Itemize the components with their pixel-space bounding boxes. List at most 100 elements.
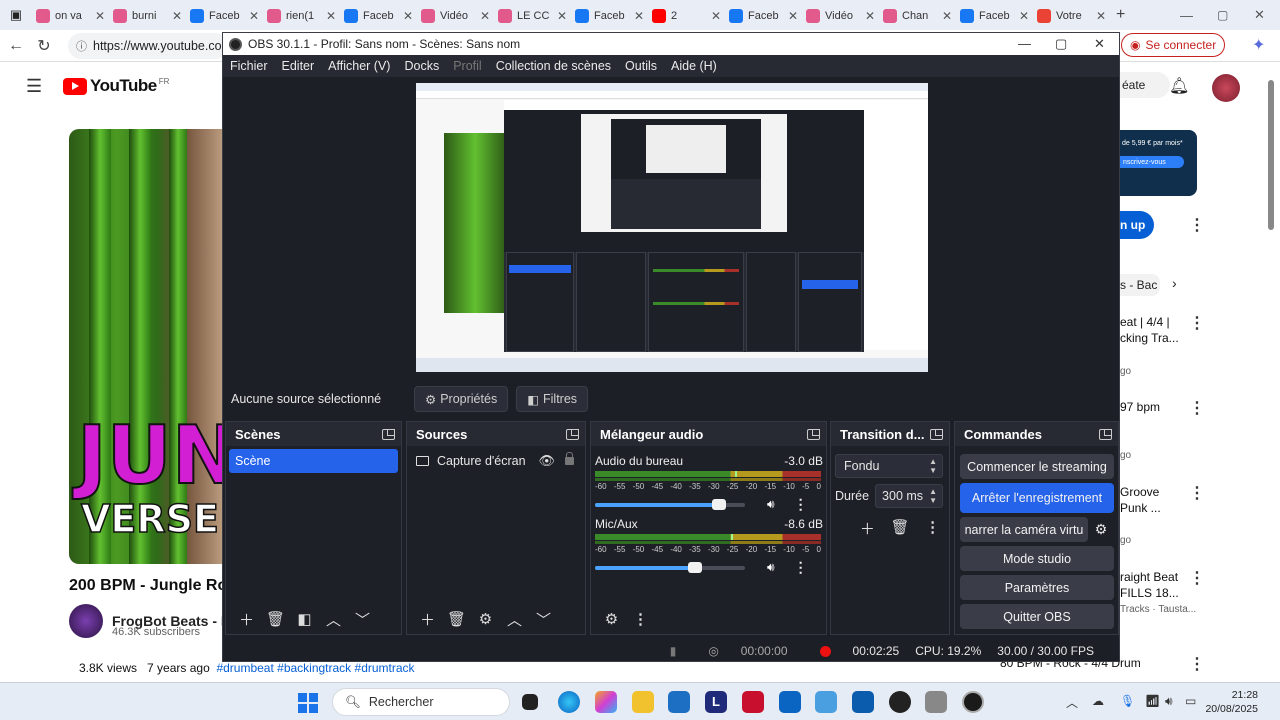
chevron-down-icon[interactable]: ﹀ <box>348 609 377 630</box>
virtual-camera-settings-icon[interactable]: ⚙ <box>1088 521 1114 538</box>
menu-editer[interactable]: Editer <box>275 59 322 73</box>
task-view-icon[interactable] <box>522 694 538 710</box>
tab-close-icon[interactable]: ✕ <box>403 9 413 23</box>
extension-icon[interactable]: ✦ <box>1252 35 1265 55</box>
add-icon[interactable]: ＋ <box>232 609 261 630</box>
browser-tab[interactable]: Chan ✕ <box>879 3 956 29</box>
chevron-up-icon[interactable]: ︿ <box>319 609 348 630</box>
chevron-up-icon[interactable]: ︿ <box>500 609 529 630</box>
maximize-window-icon[interactable]: ▢ <box>1217 8 1228 22</box>
filter-chip[interactable]: s - Bac <box>1120 274 1160 296</box>
store-icon[interactable] <box>668 691 690 713</box>
undock-icon[interactable] <box>566 428 579 440</box>
spin-arrows-icon[interactable]: ▲ ▼ <box>929 487 937 505</box>
mcafee-icon[interactable] <box>742 691 764 713</box>
file-explorer-icon[interactable] <box>632 691 654 713</box>
volume-slider[interactable] <box>595 498 745 510</box>
transition-select[interactable]: Fondu ▲ ▼ <box>835 454 943 478</box>
rec-title[interactable]: 97 bpm <box>1120 400 1160 414</box>
undock-icon[interactable] <box>382 428 395 440</box>
tab-close-icon[interactable]: ✕ <box>1019 9 1029 23</box>
rec-title[interactable]: Groove <box>1120 485 1159 499</box>
tab-close-icon[interactable]: ✕ <box>95 9 105 23</box>
outlook-icon[interactable] <box>779 691 801 713</box>
volume-icon[interactable]: 🔊︎ <box>1165 694 1173 709</box>
add-icon[interactable]: ＋ <box>413 609 442 630</box>
kebab-menu-icon[interactable]: ⋮ <box>916 518 949 539</box>
duration-spinbox[interactable]: 300 ms ▲ ▼ <box>875 484 944 508</box>
chevron-down-icon[interactable]: ﹀ <box>529 609 558 630</box>
tab-close-icon[interactable]: ✕ <box>326 9 336 23</box>
movie-icon[interactable] <box>852 691 874 713</box>
create-button[interactable]: éate <box>1120 72 1170 98</box>
menu-docks[interactable]: Docks <box>397 59 446 73</box>
tab-close-icon[interactable]: ✕ <box>249 9 259 23</box>
camera-icon[interactable] <box>925 691 947 713</box>
copilot-icon[interactable] <box>595 691 617 713</box>
menu-aide[interactable]: Aide (H) <box>664 59 724 73</box>
tab-close-icon[interactable]: ✕ <box>788 9 798 23</box>
menu-collection[interactable]: Collection de scènes <box>489 59 618 73</box>
properties-button[interactable]: ⚙ Propriétés <box>414 386 509 412</box>
browser-tab[interactable]: LE CC ✕ <box>494 3 571 29</box>
volume-knob[interactable] <box>687 561 702 573</box>
chevron-right-icon[interactable]: › <box>1172 275 1177 291</box>
scene-item[interactable]: Scène <box>229 449 398 473</box>
taskbar-search[interactable]: 🔍︎ Rechercher <box>332 688 510 716</box>
kebab-menu-icon[interactable]: ⋮ <box>794 496 808 513</box>
media-player-icon[interactable] <box>889 691 911 713</box>
signin-button[interactable]: ◉ Se connecter <box>1121 33 1226 57</box>
tab-close-icon[interactable]: ✕ <box>172 9 182 23</box>
windows-start-icon[interactable] <box>298 693 318 713</box>
tab-close-icon[interactable]: ✕ <box>942 9 952 23</box>
minimize-window-icon[interactable]: — <box>1180 8 1193 23</box>
lock-icon[interactable] <box>565 452 574 465</box>
more-icon[interactable]: ⋮ <box>1189 568 1205 588</box>
obs-minimize-icon[interactable]: — <box>1018 36 1031 51</box>
obs-maximize-icon[interactable]: ▢ <box>1055 36 1067 52</box>
add-icon[interactable]: ＋ <box>851 518 884 539</box>
wifi-icon[interactable]: 📶︎ <box>1145 694 1160 708</box>
site-info-icon[interactable]: ⓘ <box>76 38 87 54</box>
youtube-logo[interactable]: YouTube FR <box>63 76 169 96</box>
filters-button[interactable]: ◧ Filtres <box>516 386 589 412</box>
start-streaming-button[interactable]: Commencer le streaming <box>960 454 1114 479</box>
browser-tab[interactable]: Faceb ✕ <box>340 3 417 29</box>
undock-icon[interactable] <box>807 428 820 440</box>
tab-close-icon[interactable]: ✕ <box>634 9 644 23</box>
browser-tab[interactable]: burni ✕ <box>109 3 186 29</box>
taskbar-clock[interactable]: 21:28 20/08/2025 <box>1205 688 1258 716</box>
browser-tab[interactable]: Vidéo ✕ <box>417 3 494 29</box>
browser-tab[interactable]: Faceb ✕ <box>186 3 263 29</box>
browser-tab[interactable]: rien(1 ✕ <box>263 3 340 29</box>
studio-mode-button[interactable]: Mode studio <box>960 546 1114 571</box>
gear-icon[interactable]: ⚙ <box>471 610 500 628</box>
more-icon[interactable]: ⋮ <box>1189 313 1205 333</box>
more-icon[interactable]: ⋮ <box>1189 215 1205 235</box>
rec-title[interactable]: raight Beat <box>1120 570 1178 584</box>
obs-titlebar[interactable]: OBS 30.1.1 - Profil: Sans nom - Scènes: … <box>223 33 1119 55</box>
promo-cta[interactable]: nscrivez-vous <box>1120 156 1184 168</box>
page-scrollbar[interactable] <box>1268 80 1274 230</box>
battery-icon[interactable]: ▭ <box>1185 694 1196 708</box>
editor-icon[interactable] <box>815 691 837 713</box>
volume-knob[interactable] <box>712 498 727 510</box>
browser-tab[interactable]: Vidéo ✕ <box>802 3 879 29</box>
recursive-preview[interactable] <box>416 83 928 372</box>
reload-icon[interactable]: ↻ <box>30 36 58 56</box>
volume-slider[interactable] <box>595 561 745 573</box>
speaker-icon[interactable]: 🔊︎ <box>767 497 775 512</box>
browser-tab[interactable]: 2 ✕ <box>648 3 725 29</box>
trash-icon[interactable]: 🗑︎ <box>261 610 290 628</box>
tab-close-icon[interactable]: ✕ <box>557 9 567 23</box>
signup-button[interactable]: n up <box>1120 211 1154 239</box>
browser-tab[interactable]: on va ✕ <box>32 3 109 29</box>
undock-icon[interactable] <box>1099 428 1112 440</box>
browser-tab[interactable]: Faceb ✕ <box>571 3 648 29</box>
menu-outils[interactable]: Outils <box>618 59 664 73</box>
tab-close-icon[interactable]: ✕ <box>711 9 721 23</box>
edge-icon[interactable] <box>558 691 580 713</box>
menu-profil[interactable]: Profil <box>446 59 488 73</box>
new-tab-button[interactable]: + <box>1116 6 1125 24</box>
tab-close-icon[interactable]: ✕ <box>1096 9 1106 23</box>
